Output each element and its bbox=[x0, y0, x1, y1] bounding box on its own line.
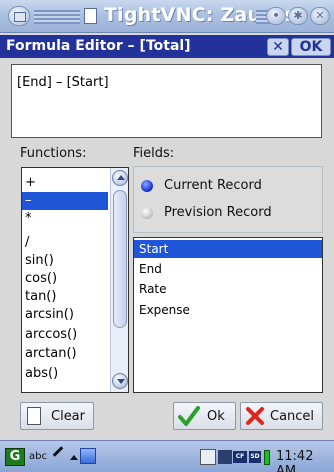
cancel-x-icon bbox=[246, 407, 264, 425]
maximize-icon[interactable]: ✱ bbox=[288, 7, 308, 25]
cancel-label: Cancel bbox=[270, 409, 315, 424]
function-item-plus[interactable]: + bbox=[22, 174, 108, 192]
field-item-start[interactable]: Start bbox=[134, 240, 322, 258]
ok-label: Ok bbox=[207, 409, 225, 424]
window-menu-icon[interactable] bbox=[8, 6, 30, 26]
taskbar: G abc CF SD 11:42 AM bbox=[0, 440, 334, 472]
sd-card-icon[interactable]: SD bbox=[249, 451, 261, 463]
vnc-title-bar: TightVNC: Zaurus • ✱ ✕ bbox=[0, 0, 334, 33]
scroll-down-icon[interactable] bbox=[112, 373, 128, 389]
field-item-rate[interactable]: Rate bbox=[134, 280, 322, 298]
cf-card-icon[interactable]: CF bbox=[233, 451, 247, 463]
minimize-icon[interactable]: • bbox=[266, 7, 286, 25]
function-item-divide[interactable]: / bbox=[22, 234, 108, 252]
dialog-title: Formula Editor – [Total] bbox=[6, 38, 191, 54]
function-item-minus[interactable]: – bbox=[22, 192, 108, 210]
app-icon[interactable] bbox=[80, 448, 96, 464]
battery-icon[interactable] bbox=[264, 450, 270, 465]
function-item-multiply[interactable]: * bbox=[22, 210, 108, 228]
fields-list[interactable]: Start End Rate Expense bbox=[133, 237, 323, 393]
clock[interactable]: 11:42 AM bbox=[276, 449, 334, 472]
title-bar-stripes-left bbox=[34, 10, 80, 24]
fields-label: Fields: bbox=[133, 146, 175, 161]
dialog-ok-button[interactable]: OK bbox=[291, 38, 331, 56]
function-item-arctan[interactable]: arctan() bbox=[22, 345, 108, 363]
dialog-close-button[interactable]: ✕ bbox=[267, 38, 289, 56]
start-menu-icon[interactable]: G bbox=[5, 448, 25, 466]
scroll-up-icon[interactable] bbox=[112, 170, 128, 186]
function-item-arcsin[interactable]: arcsin() bbox=[22, 306, 108, 324]
formula-input[interactable]: [End] – [Start] bbox=[11, 64, 322, 138]
cancel-button[interactable]: Cancel bbox=[240, 402, 323, 430]
record-group bbox=[133, 166, 323, 233]
close-icon[interactable]: ✕ bbox=[310, 7, 330, 25]
document-icon bbox=[84, 8, 97, 24]
network-icon[interactable] bbox=[200, 449, 216, 465]
arrow-up-icon[interactable] bbox=[70, 455, 78, 460]
function-item-tan[interactable]: tan() bbox=[22, 288, 108, 306]
functions-label: Functions: bbox=[20, 146, 87, 161]
document-icon bbox=[27, 407, 41, 425]
pen-icon[interactable] bbox=[52, 446, 64, 457]
clear-button[interactable]: Clear bbox=[20, 402, 94, 430]
function-item-sin[interactable]: sin() bbox=[22, 252, 108, 270]
field-item-end[interactable]: End bbox=[134, 260, 322, 278]
formula-text[interactable]: [End] – [Start] bbox=[17, 75, 109, 90]
prevision-record-label[interactable]: Prevision Record bbox=[164, 205, 272, 220]
prevision-record-radio[interactable] bbox=[141, 207, 153, 219]
checkmark-icon bbox=[178, 406, 200, 426]
volume-icon[interactable] bbox=[218, 450, 232, 464]
functions-scrollbar[interactable] bbox=[110, 168, 128, 392]
field-item-expense[interactable]: Expense bbox=[134, 301, 322, 319]
clear-label: Clear bbox=[51, 409, 85, 424]
functions-list[interactable]: + – * / sin() cos() tan() arcsin() arcco… bbox=[21, 167, 129, 393]
current-record-label[interactable]: Current Record bbox=[164, 178, 262, 193]
function-item-abs[interactable]: abs() bbox=[22, 365, 108, 383]
ok-button[interactable]: Ok bbox=[173, 402, 236, 430]
function-item-cos[interactable]: cos() bbox=[22, 270, 108, 288]
current-record-radio[interactable] bbox=[141, 180, 153, 192]
function-item-arccos[interactable]: arccos() bbox=[22, 326, 108, 344]
scroll-thumb[interactable] bbox=[113, 190, 127, 328]
input-method-label[interactable]: abc bbox=[29, 451, 47, 462]
